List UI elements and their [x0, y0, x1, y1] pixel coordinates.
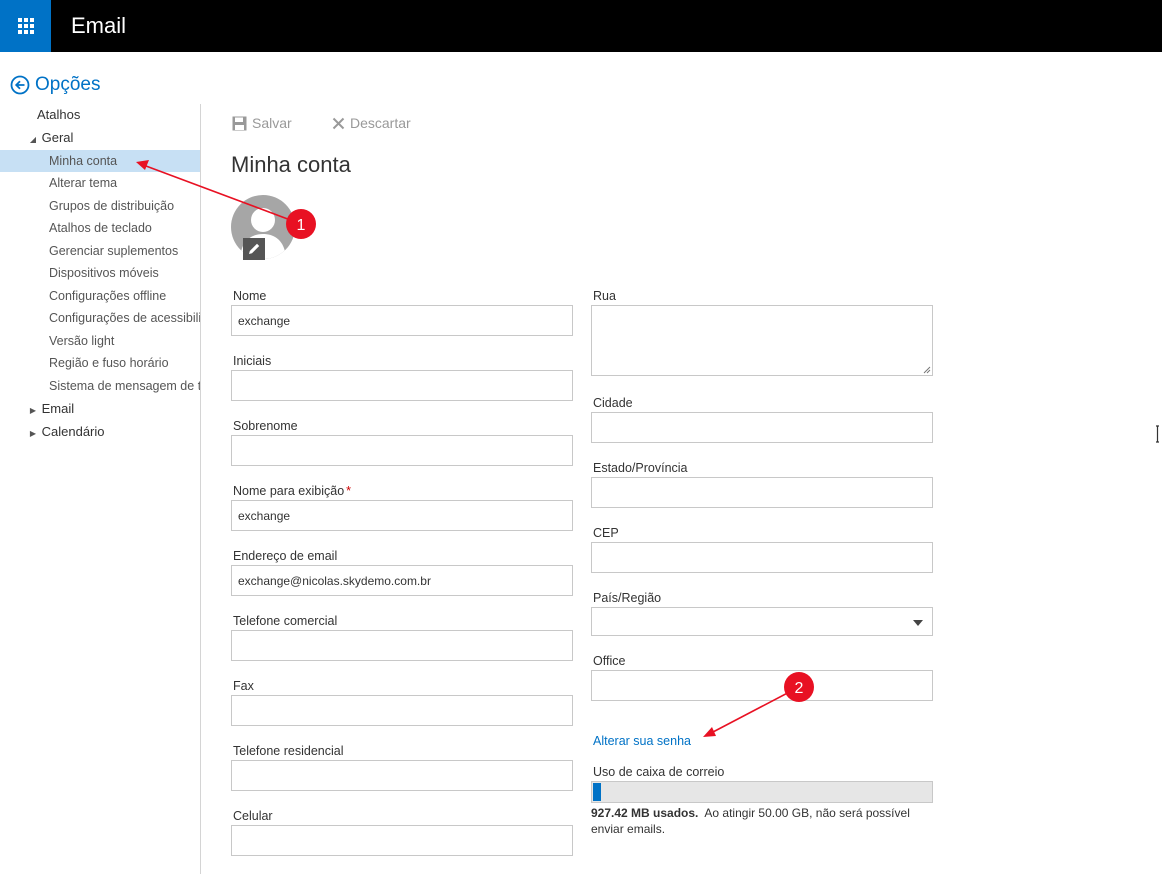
- sidebar-item-label: Geral: [41, 130, 74, 145]
- discard-button[interactable]: Descartar: [332, 115, 411, 131]
- fax-label: Fax: [233, 679, 254, 693]
- save-icon: [232, 116, 247, 130]
- sidebar-item-my-account[interactable]: Minha conta: [0, 150, 200, 172]
- sidebar-item-label: Dispositivos móveis: [49, 266, 159, 280]
- sidebar-item-label: Gerenciar suplementos: [49, 244, 179, 258]
- sidebar-item-label: Versão light: [49, 334, 115, 348]
- email-address-input[interactable]: [231, 565, 573, 596]
- chevron-down-icon: [913, 620, 923, 626]
- office-input[interactable]: [591, 670, 933, 701]
- sidebar-item-label: Configurações offline: [49, 289, 167, 303]
- sidebar-item-distribution-groups[interactable]: Grupos de distribuição: [0, 195, 200, 217]
- options-sidebar: Atalhos ◢ Geral Minha conta Alterar tema…: [0, 104, 201, 874]
- triangle-collapsed-icon: ▶: [29, 406, 37, 415]
- name-label: Nome: [233, 289, 267, 303]
- zip-label: CEP: [593, 526, 619, 540]
- sidebar-item-label: Sistema de mensagem de texto: [49, 379, 200, 393]
- sidebar-item-light-version[interactable]: Versão light: [0, 330, 200, 352]
- close-icon: [332, 117, 345, 129]
- zip-input[interactable]: [591, 542, 933, 573]
- change-password-link[interactable]: Alterar sua senha: [593, 734, 691, 748]
- state-label: Estado/Província: [593, 461, 688, 475]
- arrow-head-icon: [703, 727, 716, 737]
- display-name-input[interactable]: [231, 500, 573, 531]
- display-name-label-row: Nome para exibição *: [233, 484, 351, 498]
- city-label: Cidade: [593, 396, 633, 410]
- sidebar-item-label: Calendário: [41, 424, 105, 439]
- mailbox-usage-fill: [593, 783, 601, 801]
- annotation-marker-1-label: 1: [297, 217, 306, 234]
- home-phone-label: Telefone residencial: [233, 744, 344, 758]
- sidebar-item-calendar[interactable]: ▶ Calendário: [0, 421, 200, 443]
- home-phone-input[interactable]: [231, 760, 573, 791]
- sidebar-item-label: Configurações de acessibilidade: [49, 311, 200, 325]
- back-arrow-icon: [10, 75, 30, 95]
- sidebar-item-keyboard-shortcuts[interactable]: Atalhos de teclado: [0, 217, 200, 239]
- triangle-expanded-icon: ◢: [29, 135, 37, 144]
- mailbox-usage-label: Uso de caixa de correio: [593, 765, 725, 779]
- resize-grip-icon[interactable]: [922, 365, 931, 374]
- top-bar: Email: [0, 0, 1162, 52]
- email-address-label: Endereço de email: [233, 549, 338, 563]
- fax-input[interactable]: [231, 695, 573, 726]
- street-textarea[interactable]: [591, 305, 933, 376]
- sidebar-item-manage-addins[interactable]: Gerenciar suplementos: [0, 240, 200, 262]
- mobile-input[interactable]: [231, 825, 573, 856]
- country-label: País/Região: [593, 591, 662, 605]
- sidebar-item-shortcuts[interactable]: Atalhos: [0, 104, 200, 126]
- sidebar-item-label: Alterar tema: [49, 176, 118, 190]
- mailbox-usage-bar: [591, 781, 933, 803]
- sidebar-item-region-timezone[interactable]: Região e fuso horário: [0, 352, 200, 374]
- text-cursor-icon: [1156, 425, 1159, 443]
- save-label: Salvar: [252, 115, 292, 131]
- options-title: Opções: [35, 74, 101, 95]
- street-label: Rua: [593, 289, 616, 303]
- save-button[interactable]: Salvar: [232, 115, 292, 131]
- sidebar-item-mobile-devices[interactable]: Dispositivos móveis: [0, 262, 200, 284]
- sidebar-item-label: Grupos de distribuição: [49, 199, 175, 213]
- edit-photo-button[interactable]: [243, 238, 265, 260]
- surname-input[interactable]: [231, 435, 573, 466]
- mobile-label: Celular: [233, 809, 273, 823]
- city-input[interactable]: [591, 412, 933, 443]
- sidebar-item-email[interactable]: ▶ Email: [0, 398, 200, 420]
- sidebar-item-accessibility[interactable]: Configurações de acessibilidade: [0, 307, 200, 329]
- app-title: Email: [71, 13, 127, 38]
- options-back-button[interactable]: Opções: [10, 74, 100, 96]
- app-launcher-icon[interactable]: [0, 0, 51, 52]
- sidebar-item-label: Email: [41, 401, 75, 416]
- country-select[interactable]: [591, 607, 933, 636]
- display-name-label: Nome para exibição: [233, 484, 345, 498]
- sidebar-item-text-messaging[interactable]: Sistema de mensagem de texto: [0, 375, 200, 397]
- page-title: Minha conta: [231, 152, 351, 177]
- sidebar-item-label: Minha conta: [49, 154, 118, 168]
- sidebar-item-label: Região e fuso horário: [49, 356, 169, 370]
- work-phone-label: Telefone comercial: [233, 614, 338, 628]
- sidebar-item-offline-settings[interactable]: Configurações offline: [0, 285, 200, 307]
- name-input[interactable]: [231, 305, 573, 336]
- sidebar-item-label: Atalhos de teclado: [49, 221, 152, 235]
- surname-label: Sobrenome: [233, 419, 298, 433]
- mailbox-used-amount: 927.42 MB usados.: [591, 806, 699, 820]
- triangle-collapsed-icon: ▶: [29, 429, 37, 438]
- required-marker: *: [346, 484, 352, 498]
- sidebar-item-change-theme[interactable]: Alterar tema: [0, 172, 200, 194]
- initials-input[interactable]: [231, 370, 573, 401]
- discard-label: Descartar: [350, 115, 411, 131]
- pencil-icon: [249, 243, 260, 254]
- sidebar-item-general[interactable]: ◢ Geral: [0, 127, 200, 149]
- sidebar-item-label: Atalhos: [37, 107, 81, 122]
- state-input[interactable]: [591, 477, 933, 508]
- mailbox-usage-text: 927.42 MB usados. Ao atingir 50.00 GB, n…: [591, 805, 921, 837]
- initials-label: Iniciais: [233, 354, 272, 368]
- work-phone-input[interactable]: [231, 630, 573, 661]
- office-label: Office: [593, 654, 626, 668]
